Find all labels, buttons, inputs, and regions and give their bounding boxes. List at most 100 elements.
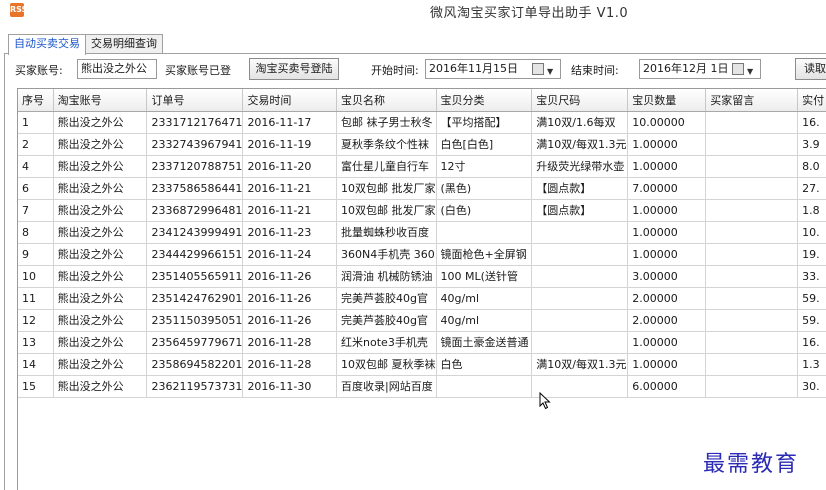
table-row[interactable]: 7 熊出没之外公 2336872996481 2016-11-21 10双包邮 批发厂家…: [18, 199, 826, 222]
table-cell[interactable]: 2016-11-26: [242, 309, 338, 332]
table-cell[interactable]: [705, 265, 799, 288]
table-cell[interactable]: 2337120788751: [146, 155, 244, 178]
table-cell[interactable]: 2016-11-20: [242, 155, 338, 178]
table-cell[interactable]: 2337586586441: [146, 177, 244, 200]
account-input[interactable]: 熊出没之外公: [77, 59, 157, 79]
table-cell[interactable]: [705, 155, 799, 178]
table-cell[interactable]: 2.00000: [627, 287, 707, 310]
table-cell[interactable]: 润滑油 机械防锈油: [336, 265, 437, 288]
table-cell[interactable]: 16.: [797, 331, 826, 354]
table-cell[interactable]: 7.00000: [627, 177, 707, 200]
table-cell[interactable]: 360N4手机壳 360: [336, 243, 437, 266]
table-cell[interactable]: 27.: [797, 177, 826, 200]
table-cell[interactable]: 夏秋季条纹个性袜: [336, 133, 437, 156]
table-cell[interactable]: 9: [18, 243, 54, 266]
table-cell[interactable]: 12: [18, 309, 54, 332]
table-cell[interactable]: 2362119573731: [146, 375, 244, 398]
column-header[interactable]: 实付: [797, 89, 826, 112]
table-cell[interactable]: 12寸: [436, 155, 533, 178]
table-cell[interactable]: 2.00000: [627, 309, 707, 332]
table-cell[interactable]: 升级荧光绿带水壶: [531, 155, 629, 178]
table-cell[interactable]: 2: [18, 133, 54, 156]
table-cell[interactable]: 1: [18, 111, 54, 134]
table-row[interactable]: 2 熊出没之外公 2332743967941 2016-11-19 夏秋季条纹个性袜 白色…: [18, 133, 826, 156]
table-cell[interactable]: 【平均搭配】: [436, 111, 533, 134]
table-cell[interactable]: 6.00000: [627, 375, 707, 398]
table-cell[interactable]: 2332743967941: [146, 133, 244, 156]
table-cell[interactable]: 10.00000: [627, 111, 707, 134]
table-cell[interactable]: 8: [18, 221, 54, 244]
table-cell[interactable]: 白色: [436, 353, 533, 376]
order-grid[interactable]: 序号 淘宝账号 订单号 交易时间 宝贝名称 宝贝分类 宝贝尺码 宝贝数量 买家留言 实付 1 熊出没…: [17, 88, 826, 490]
table-cell[interactable]: 2016-11-21: [242, 199, 338, 222]
table-cell[interactable]: 熊出没之外公: [53, 375, 148, 398]
table-cell[interactable]: 1.00000: [627, 331, 707, 354]
column-header[interactable]: 宝贝尺码: [531, 89, 629, 112]
table-cell[interactable]: 熊出没之外公: [53, 287, 148, 310]
table-cell[interactable]: [531, 265, 629, 288]
table-cell[interactable]: 13: [18, 331, 54, 354]
table-cell[interactable]: 1.00000: [627, 199, 707, 222]
table-cell[interactable]: 59.: [797, 309, 826, 332]
table-cell[interactable]: 2351424762901: [146, 287, 244, 310]
table-cell[interactable]: 1.00000: [627, 133, 707, 156]
table-cell[interactable]: 1.8: [797, 199, 826, 222]
table-cell[interactable]: [436, 375, 533, 398]
table-cell[interactable]: 1.00000: [627, 243, 707, 266]
table-cell[interactable]: 2016-11-19: [242, 133, 338, 156]
column-header[interactable]: 序号: [18, 89, 54, 112]
table-cell[interactable]: [531, 221, 629, 244]
table-cell[interactable]: [705, 375, 799, 398]
column-header[interactable]: 宝贝名称: [336, 89, 437, 112]
table-cell[interactable]: 8.0: [797, 155, 826, 178]
table-cell[interactable]: 2016-11-26: [242, 287, 338, 310]
table-cell[interactable]: 批量蜘蛛秒收百度: [336, 221, 437, 244]
table-cell[interactable]: 10: [18, 265, 54, 288]
table-row[interactable]: 13 熊出没之外公 2356459779671 2016-11-28 红米note3手机…: [18, 331, 826, 354]
table-cell[interactable]: 2016-11-21: [242, 177, 338, 200]
table-cell[interactable]: 2016-11-28: [242, 353, 338, 376]
start-date-picker[interactable]: 2016年11月15日 ▼: [425, 59, 561, 79]
table-cell[interactable]: 镜面土豪金送普通: [436, 331, 533, 354]
table-cell[interactable]: 熊出没之外公: [53, 111, 148, 134]
table-cell[interactable]: 1.00000: [627, 353, 707, 376]
table-cell[interactable]: 14: [18, 353, 54, 376]
table-cell[interactable]: 完美芦荟胶40g官: [336, 309, 437, 332]
table-cell[interactable]: 2016-11-23: [242, 221, 338, 244]
table-row[interactable]: 14 熊出没之外公 2358694582201 2016-11-28 10双包邮 夏秋季…: [18, 353, 826, 376]
table-cell[interactable]: 2336872996481: [146, 199, 244, 222]
table-cell[interactable]: [705, 177, 799, 200]
table-row[interactable]: 11 熊出没之外公 2351424762901 2016-11-26 完美芦荟胶40g官…: [18, 287, 826, 310]
table-row[interactable]: 1 熊出没之外公 2331712176471 2016-11-17 包邮 袜子男士秋冬【…: [18, 111, 826, 134]
calendar-dropdown[interactable]: ▼: [532, 62, 558, 76]
table-cell[interactable]: 熊出没之外公: [53, 309, 148, 332]
table-cell[interactable]: 熊出没之外公: [53, 243, 148, 266]
table-cell[interactable]: 1.3: [797, 353, 826, 376]
table-cell[interactable]: 包邮 袜子男士秋冬: [336, 111, 437, 134]
table-cell[interactable]: 完美芦荟胶40g官: [336, 287, 437, 310]
table-cell[interactable]: 15: [18, 375, 54, 398]
table-cell[interactable]: [531, 287, 629, 310]
end-date-picker[interactable]: 2016年12月 1日 ▼: [639, 59, 761, 79]
table-cell[interactable]: 10.: [797, 221, 826, 244]
table-cell[interactable]: 2356459779671: [146, 331, 244, 354]
table-cell[interactable]: 2341243999491: [146, 221, 244, 244]
table-row[interactable]: 4 熊出没之外公 2337120788751 2016-11-20 富仕星儿童自行车 12…: [18, 155, 826, 178]
calendar-dropdown[interactable]: ▼: [732, 62, 758, 76]
table-row[interactable]: 6 熊出没之外公 2337586586441 2016-11-21 10双包邮 批发厂家…: [18, 177, 826, 200]
table-cell[interactable]: 59.: [797, 287, 826, 310]
column-header[interactable]: 买家留言: [705, 89, 799, 112]
table-cell[interactable]: 2351150395051: [146, 309, 244, 332]
table-cell[interactable]: 【圆点款】: [531, 177, 629, 200]
table-cell[interactable]: 2331712176471: [146, 111, 244, 134]
table-cell[interactable]: [705, 309, 799, 332]
table-cell[interactable]: 熊出没之外公: [53, 265, 148, 288]
table-cell[interactable]: [531, 331, 629, 354]
tab-trade-detail-query[interactable]: 交易明细查询: [85, 34, 163, 54]
table-cell[interactable]: 3.9: [797, 133, 826, 156]
table-cell[interactable]: 30.: [797, 375, 826, 398]
table-row[interactable]: 15 熊出没之外公 2362119573731 2016-11-30 百度收录|网站百度…: [18, 375, 826, 398]
column-header[interactable]: 淘宝账号: [53, 89, 148, 112]
table-cell[interactable]: 2351405565911: [146, 265, 244, 288]
table-cell[interactable]: 白色[白色]: [436, 133, 533, 156]
